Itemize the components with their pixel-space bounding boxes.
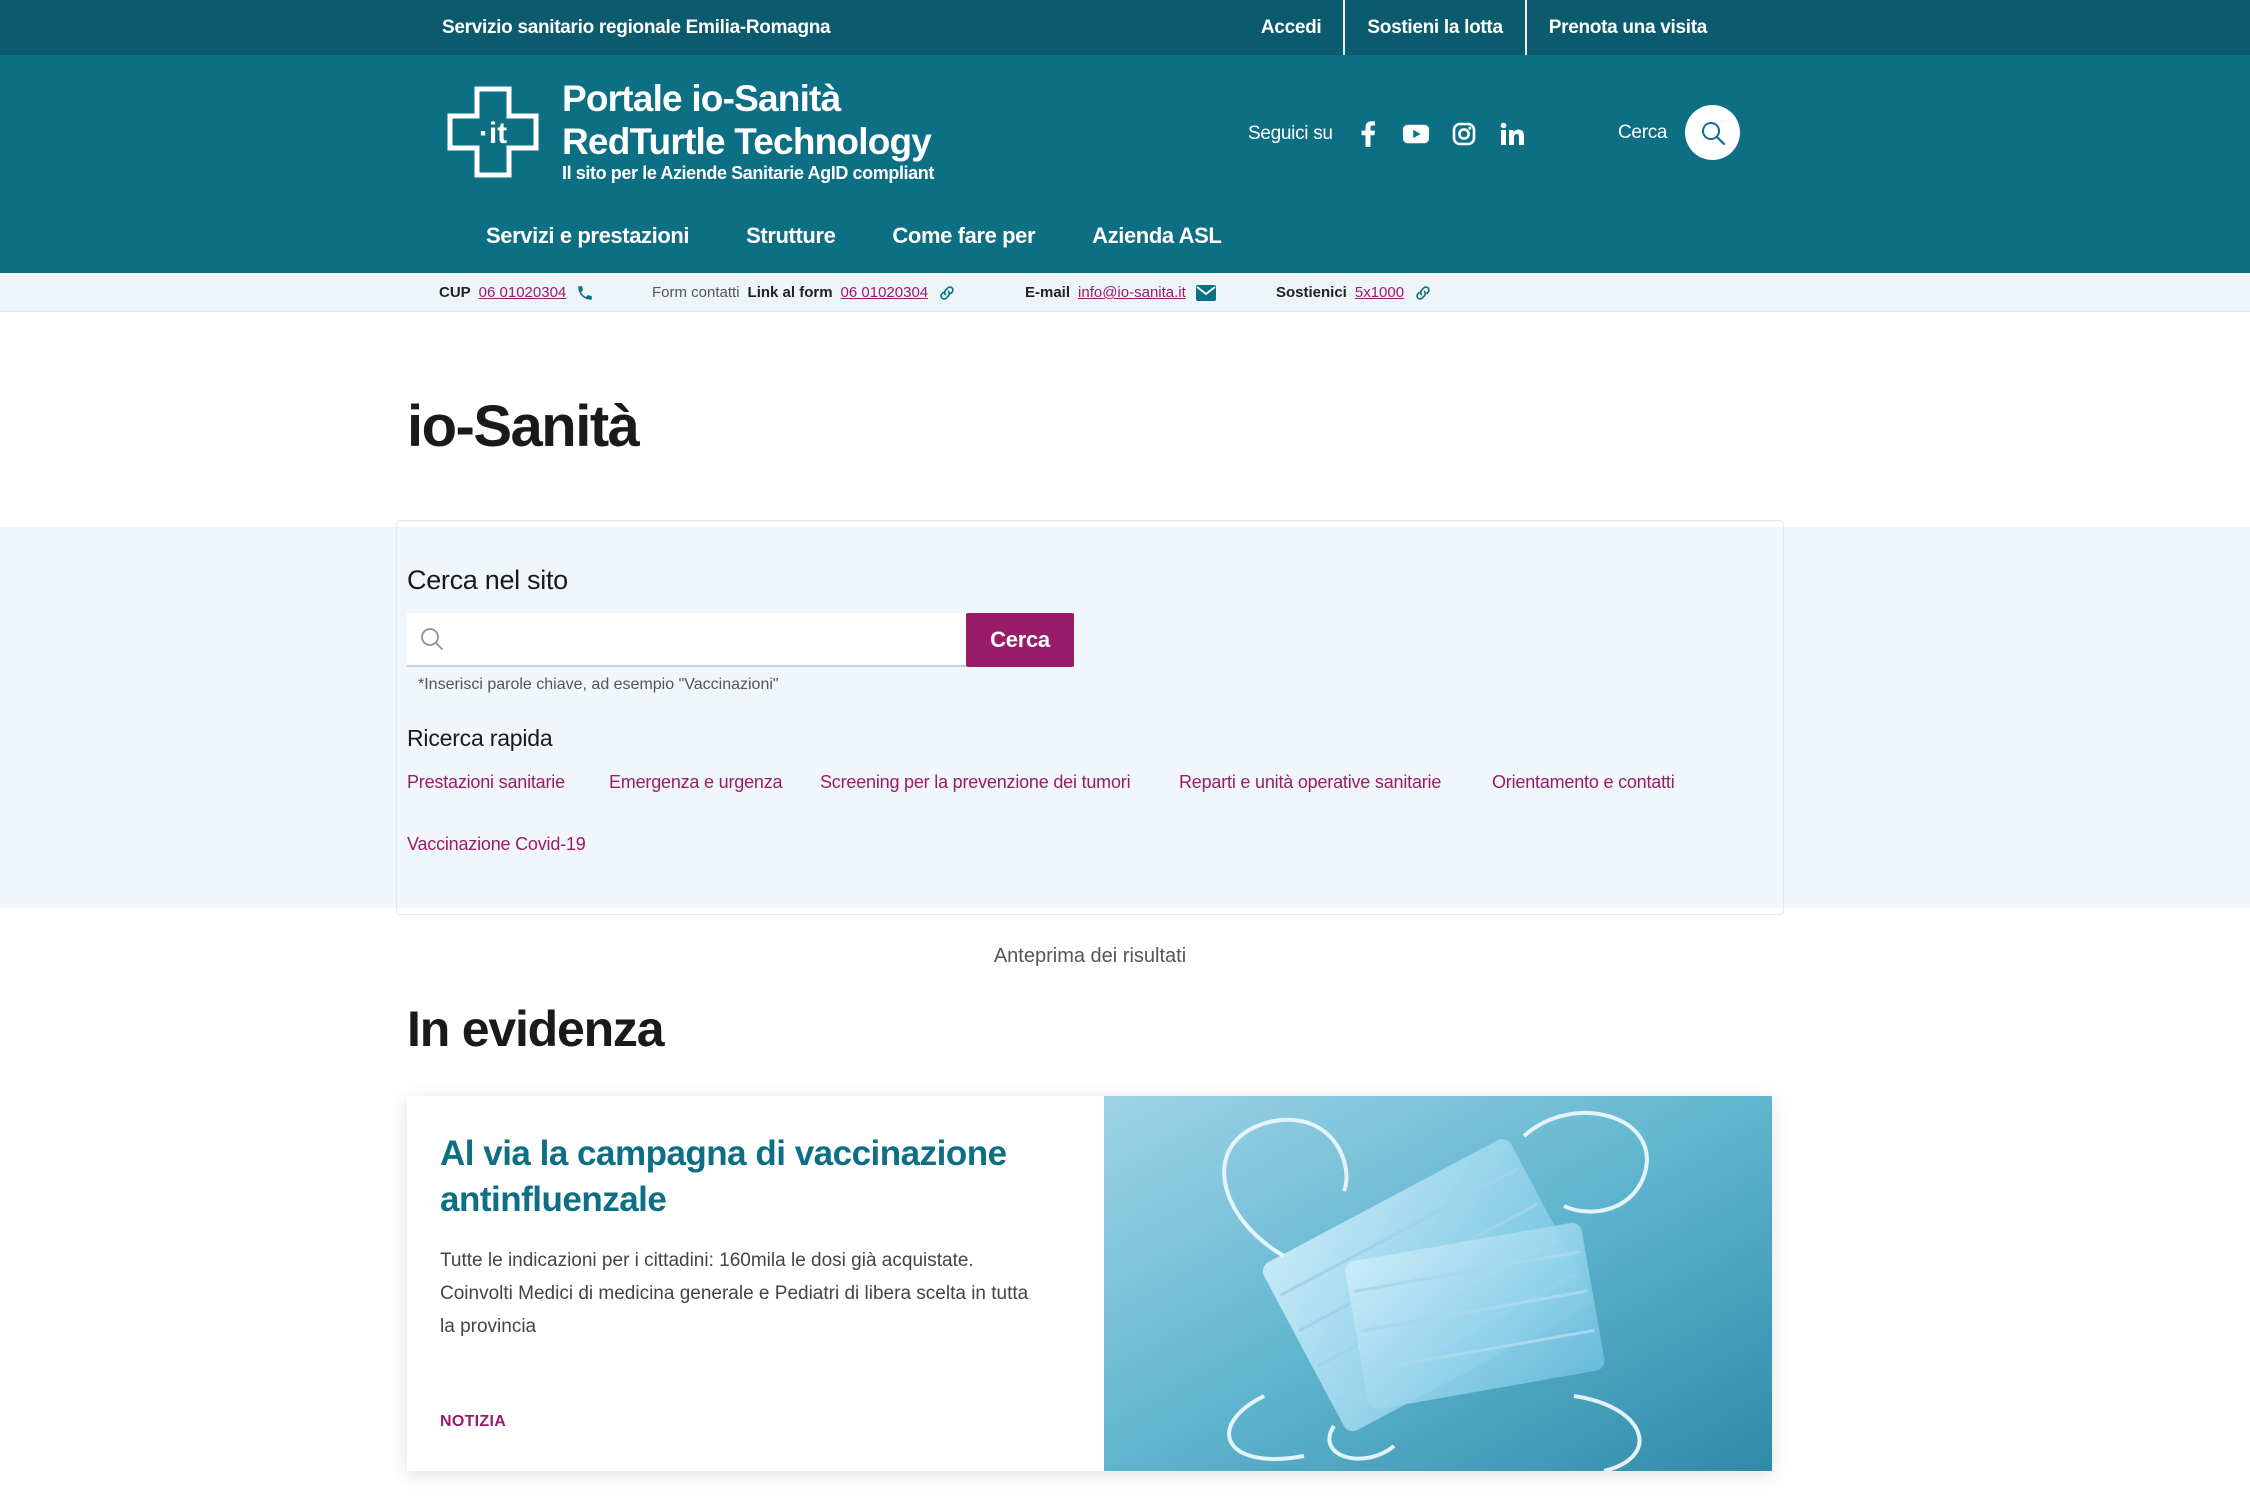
quick-link-prestazioni[interactable]: Prestazioni sanitarie	[407, 772, 565, 793]
quick-link-emergenza[interactable]: Emergenza e urgenza	[609, 772, 783, 793]
site-search-input[interactable]	[457, 614, 966, 664]
cup-phone-link[interactable]: 06 01020304	[479, 273, 567, 312]
quick-search-title: Ricerca rapida	[407, 725, 553, 751]
quick-link-orientamento[interactable]: Orientamento e contatti	[1492, 772, 1675, 793]
site-name[interactable]: Portale io-Sanità RedTurtle Technology	[562, 77, 932, 163]
site-name-line2: RedTurtle Technology	[562, 121, 932, 162]
email-link[interactable]: info@io-sanita.it	[1078, 273, 1186, 312]
highlight-card-tag[interactable]: NOTIZIA	[440, 1413, 506, 1431]
header-search-label[interactable]: Cerca	[1618, 122, 1667, 144]
login-link[interactable]: Accedi	[1239, 0, 1344, 55]
highlight-card-text: Tutte le indicazioni per i cittadini: 16…	[440, 1250, 1029, 1337]
support-contact: Sostienici 5x1000	[1276, 273, 1432, 312]
facebook-icon[interactable]	[1355, 121, 1381, 147]
site-search-button[interactable]: Cerca	[966, 613, 1074, 667]
highlight-card-image	[1104, 1096, 1772, 1471]
header-search[interactable]: Cerca	[1618, 105, 1741, 160]
header-search-button[interactable]	[1685, 105, 1741, 160]
youtube-icon[interactable]	[1402, 121, 1429, 147]
site-name-line1: Portale io-Sanità	[562, 78, 841, 119]
logo-icon[interactable]: ·it	[446, 85, 540, 179]
nav-item-servizi[interactable]: Servizi e prestazioni	[486, 223, 690, 249]
main-nav: Servizi e prestazioni Strutture Come far…	[486, 223, 1278, 249]
results-preview-label: Anteprima dei risultati	[993, 945, 1187, 967]
link-icon	[1416, 285, 1430, 300]
support-label: Sostienici	[1276, 284, 1347, 301]
support-5x1000-link[interactable]: 5x1000	[1355, 273, 1404, 312]
highlight-card[interactable]: Al via la campagna di vaccinazione antin…	[407, 1096, 1772, 1471]
instagram-icon[interactable]	[1451, 121, 1477, 147]
region-name[interactable]: Servizio sanitario regionale Emilia-Roma…	[442, 0, 831, 55]
form-muted-label: Form contatti	[652, 284, 740, 301]
phone-icon	[578, 285, 593, 300]
book-visit-link[interactable]: Prenota una visita	[1527, 0, 1729, 55]
linkedin-icon[interactable]	[1499, 121, 1525, 147]
site-header: ·it Portale io-Sanità RedTurtle Technolo…	[0, 55, 2250, 273]
site-tagline: Il sito per le Aziende Sanitarie AgID co…	[562, 163, 934, 183]
search-icon	[421, 628, 443, 650]
follow-label: Seguici su	[1248, 123, 1333, 144]
nav-item-come-fare-per[interactable]: Come fare per	[892, 223, 1035, 249]
mail-icon	[1195, 284, 1216, 301]
top-links: Accedi Sostieni la lotta Prenota una vis…	[1239, 0, 1729, 55]
face-masks-image	[1104, 1096, 1772, 1471]
form-link[interactable]: 06 01020304	[841, 273, 929, 312]
highlight-card-title[interactable]: Al via la campagna di vaccinazione antin…	[440, 1131, 1060, 1223]
quick-link-screening[interactable]: Screening per la prevenzione dei tumori	[820, 772, 1131, 793]
contact-bar: CUP 06 01020304 Form contatti Link al fo…	[0, 273, 2250, 312]
link-icon	[940, 285, 954, 300]
email-contact: E-mail info@io-sanita.it	[1025, 273, 1216, 312]
cup-label: CUP	[439, 284, 471, 301]
nav-item-azienda-asl[interactable]: Azienda ASL	[1092, 223, 1222, 249]
social-links: Seguici su	[1248, 121, 1547, 147]
form-label: Link al form	[747, 284, 833, 301]
highlight-section-title: In evidenza	[407, 1001, 665, 1057]
page-title: io-Sanità	[407, 394, 640, 459]
quick-link-vaccinazione[interactable]: Vaccinazione Covid-19	[407, 834, 586, 855]
top-bar: Servizio sanitario regionale Emilia-Roma…	[0, 0, 2250, 55]
highlight-card-body: Al via la campagna di vaccinazione antin…	[407, 1096, 1104, 1471]
search-icon	[1701, 121, 1725, 145]
logo-text: ·it	[479, 117, 507, 150]
search-hint: *Inserisci parole chiave, ad esempio "Va…	[418, 676, 779, 693]
cup-contact: CUP 06 01020304	[439, 273, 594, 312]
search-title: Cerca nel sito	[407, 565, 568, 595]
nav-item-strutture[interactable]: Strutture	[746, 223, 836, 249]
quick-link-reparti[interactable]: Reparti e unità operative sanitarie	[1179, 772, 1441, 793]
support-link[interactable]: Sostieni la lotta	[1345, 0, 1524, 55]
search-section-frame	[396, 520, 1784, 915]
site-search-field[interactable]	[407, 613, 966, 667]
email-label: E-mail	[1025, 284, 1071, 301]
form-contact: Form contatti Link al form 06 01020304	[652, 273, 956, 312]
